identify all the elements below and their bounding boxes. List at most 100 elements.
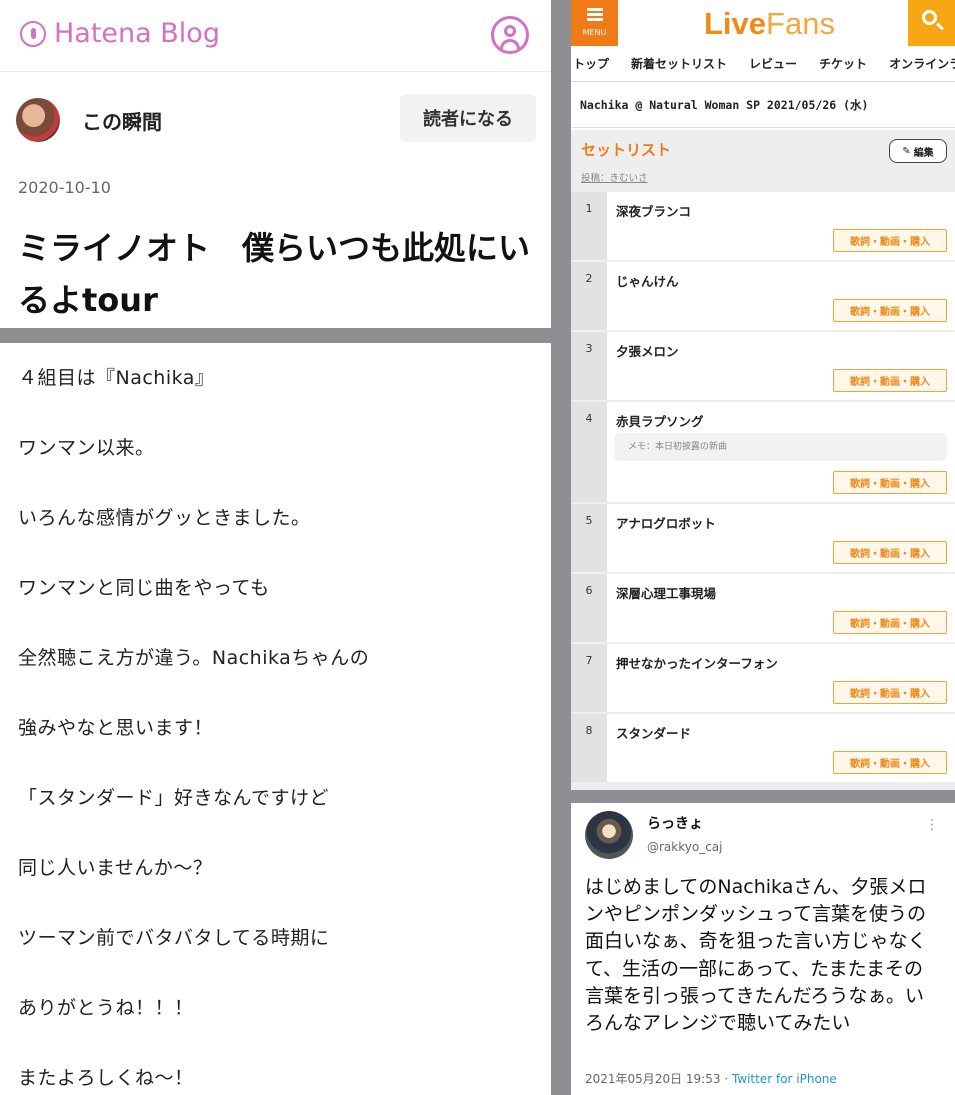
- song-card: じゃんけん 歌詞・動画・購入: [607, 262, 955, 330]
- event-title: Nachika @ Natural Woman SP 2021/05/26 (水…: [571, 82, 955, 128]
- nav-item-tickets[interactable]: チケット: [808, 55, 878, 72]
- song-number: 2: [585, 272, 593, 285]
- post-body-line: ワンマンと同じ曲をやっても: [18, 577, 270, 599]
- tweet-author-handle[interactable]: @rakkyo_caj: [647, 840, 723, 854]
- livefans-logo[interactable]: LiveFans: [704, 6, 835, 42]
- song-number-column: 6: [571, 574, 607, 642]
- song-card: スタンダード 歌詞・動画・購入: [607, 714, 955, 782]
- hatena-logo-text: Hatena Blog: [54, 18, 220, 49]
- livefans-panel: MENU LiveFans トップ 新着セットリスト レビュー チケット オンラ…: [571, 0, 955, 790]
- nav-item-top[interactable]: トップ: [571, 55, 620, 72]
- subscribe-button[interactable]: 読者になる: [400, 94, 536, 142]
- song-number-column: 8: [571, 714, 607, 782]
- song-title[interactable]: 深夜ブランコ: [616, 201, 691, 220]
- lyrics-video-buy-button[interactable]: 歌詞・動画・購入: [833, 299, 947, 322]
- post-title[interactable]: ミライノオト 僕らいつも此処にいるよtour: [18, 222, 538, 326]
- nav-item-reviews[interactable]: レビュー: [738, 55, 808, 72]
- setlist-song-row: 2 じゃんけん 歌詞・動画・購入: [571, 262, 955, 330]
- tweet-avatar[interactable]: [585, 811, 633, 859]
- livefans-nav: トップ 新着セットリスト レビュー チケット オンラインラ: [571, 46, 955, 82]
- song-number: 8: [585, 724, 593, 737]
- song-title[interactable]: 押せなかったインターフォン: [616, 653, 778, 672]
- setlist-song-row: 7 押せなかったインターフォン 歌詞・動画・購入: [571, 644, 955, 712]
- song-card: 深層心理工事現場 歌詞・動画・購入: [607, 574, 955, 642]
- song-memo: メモ：本日初披露の新曲: [614, 433, 947, 461]
- song-title[interactable]: 夕張メロン: [616, 341, 679, 360]
- lyrics-video-buy-button[interactable]: 歌詞・動画・購入: [833, 681, 947, 704]
- song-card: 深夜ブランコ 歌詞・動画・購入: [607, 192, 955, 260]
- song-number: 6: [585, 584, 593, 597]
- post-body-line: 強みやなと思います！: [18, 717, 214, 739]
- post-body-line: またよろしくね〜！: [18, 1067, 194, 1089]
- setlist-song-row: 4 赤貝ラプソング メモ：本日初披露の新曲 歌詞・動画・購入: [571, 402, 955, 502]
- blog-avatar[interactable]: [16, 98, 60, 142]
- setlist-section: セットリスト ✎ 編集 投稿：きむいさ 1 深夜ブランコ 歌詞・動画・購入 2 …: [571, 130, 955, 790]
- hatena-logo-icon: [20, 20, 46, 47]
- post-body-line: いろんな感情がグッときました。: [18, 507, 311, 529]
- song-title[interactable]: 赤貝ラプソング: [616, 411, 704, 430]
- blog-info-row: この瞬間 読者になる: [16, 94, 536, 144]
- more-options-icon[interactable]: ⋮: [925, 817, 939, 833]
- tweet-meta: 2021年05月20日 19:53 · Twitter for iPhone: [585, 1072, 837, 1086]
- song-title[interactable]: 深層心理工事現場: [616, 583, 716, 602]
- nav-item-online[interactable]: オンラインラ: [878, 55, 955, 72]
- search-icon: [922, 10, 937, 25]
- song-title[interactable]: スタンダード: [616, 723, 691, 742]
- song-number-column: 2: [571, 262, 607, 330]
- tweet-source[interactable]: Twitter for iPhone: [732, 1072, 837, 1086]
- post-body-line: 全然聴こえ方が違う。Nachikaちゃんの: [18, 647, 370, 669]
- post-body-line: 「スタンダード」好きなんですけど: [18, 787, 330, 809]
- song-number: 7: [585, 654, 593, 667]
- song-number: 4: [585, 412, 593, 425]
- lyrics-video-buy-button[interactable]: 歌詞・動画・購入: [833, 471, 947, 494]
- song-title[interactable]: じゃんけん: [616, 271, 679, 290]
- logo-live-text: Live: [704, 6, 767, 41]
- song-number: 1: [585, 202, 593, 215]
- setlist-song-row: 5 アナログロボット 歌詞・動画・購入: [571, 504, 955, 572]
- nav-item-new-setlists[interactable]: 新着セットリスト: [620, 55, 738, 72]
- lyrics-video-buy-button[interactable]: 歌詞・動画・購入: [833, 369, 947, 392]
- song-number-column: 4: [571, 402, 607, 502]
- song-number-column: 3: [571, 332, 607, 400]
- pencil-icon: ✎: [902, 145, 911, 157]
- user-account-icon[interactable]: [491, 16, 529, 54]
- hatena-header-bar: Hatena Blog: [0, 0, 551, 72]
- lyrics-video-buy-button[interactable]: 歌詞・動画・購入: [833, 541, 947, 564]
- song-title[interactable]: アナログロボット: [616, 513, 716, 532]
- setlist-song-row: 3 夕張メロン 歌詞・動画・購入: [571, 332, 955, 400]
- post-body-line: ワンマン以来。: [18, 437, 155, 459]
- hatena-blog-body-panel: ４組目は『Nachika』 ワンマン以来。 いろんな感情がグッときました。 ワン…: [0, 343, 551, 1095]
- song-card: 赤貝ラプソング メモ：本日初披露の新曲 歌詞・動画・購入: [607, 402, 955, 502]
- post-body-line: ありがとうね！！！: [18, 997, 194, 1019]
- lyrics-video-buy-button[interactable]: 歌詞・動画・購入: [833, 229, 947, 252]
- song-card: 押せなかったインターフォン 歌詞・動画・購入: [607, 644, 955, 712]
- menu-label: MENU: [582, 28, 607, 37]
- edit-label: 編集: [913, 147, 934, 159]
- livefans-header: MENU LiveFans: [571, 0, 955, 46]
- tweet-card: らっきょ @rakkyo_caj ⋮ はじめましてのNachikaさん、夕張メロ…: [571, 803, 955, 1095]
- song-card: アナログロボット 歌詞・動画・購入: [607, 504, 955, 572]
- post-date[interactable]: 2020-10-10: [18, 178, 111, 197]
- hatena-logo[interactable]: Hatena Blog: [20, 18, 220, 49]
- tweet-author-name[interactable]: らっきょ: [647, 813, 703, 833]
- tweet-date[interactable]: 2021年05月20日 19:53: [585, 1072, 720, 1086]
- lyrics-video-buy-button[interactable]: 歌詞・動画・購入: [833, 611, 947, 634]
- hamburger-menu-icon: [587, 8, 603, 21]
- hatena-blog-header-panel: Hatena Blog この瞬間 読者になる 2020-10-10 ミライノオト…: [0, 0, 551, 328]
- blog-name[interactable]: この瞬間: [82, 106, 162, 135]
- tweet-text: はじめましてのNachikaさん、夕張メロンやピンポンダッシュって言葉を使うの面…: [585, 876, 927, 1035]
- setlist-song-row: 1 深夜ブランコ 歌詞・動画・購入: [571, 192, 955, 260]
- song-number: 3: [585, 342, 593, 355]
- setlist-poster-link[interactable]: 投稿：きむいさ: [581, 170, 648, 184]
- logo-fans-text: Fans: [766, 6, 835, 41]
- setlist-heading: セットリスト: [581, 141, 672, 159]
- edit-button[interactable]: ✎ 編集: [889, 139, 947, 163]
- menu-button[interactable]: MENU: [571, 0, 618, 46]
- post-body-line: ４組目は『Nachika』: [18, 367, 215, 389]
- song-number-column: 1: [571, 192, 607, 260]
- song-card: 夕張メロン 歌詞・動画・購入: [607, 332, 955, 400]
- lyrics-video-buy-button[interactable]: 歌詞・動画・購入: [833, 751, 947, 774]
- post-body-line: 同じ人いませんか〜？: [18, 857, 213, 879]
- song-number-column: 7: [571, 644, 607, 712]
- search-button[interactable]: [908, 0, 955, 46]
